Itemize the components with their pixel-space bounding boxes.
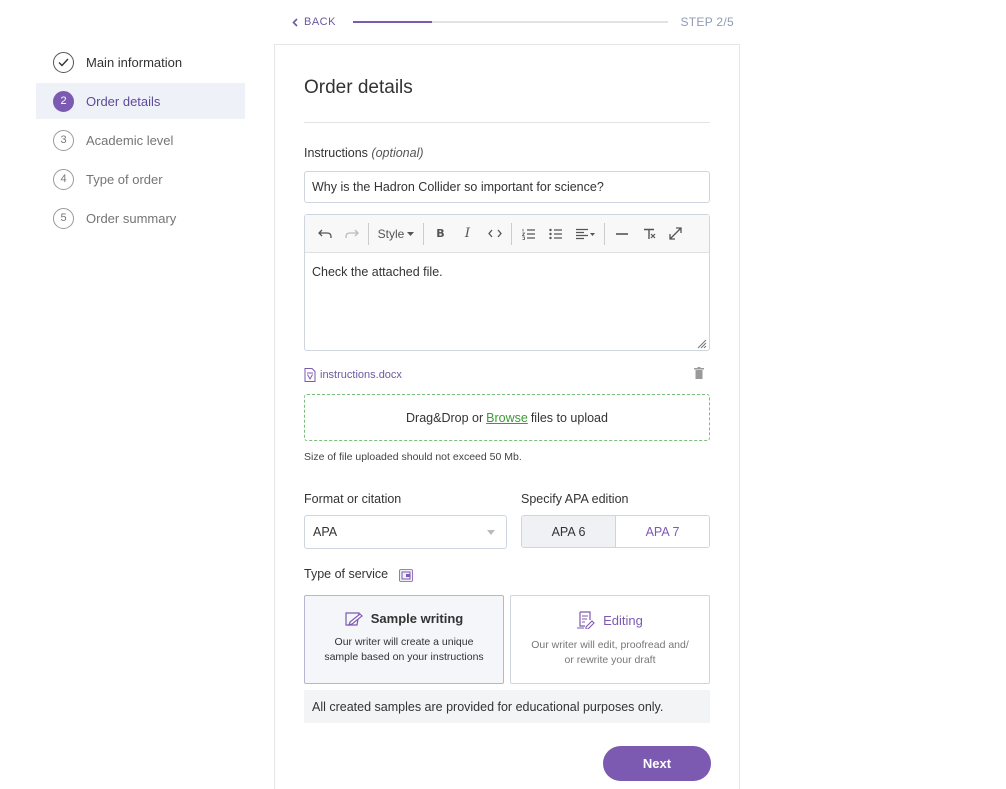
file-drop-zone[interactable]: Drag&Drop or Browse files to upload xyxy=(304,394,710,441)
back-button[interactable]: BACK xyxy=(292,16,336,28)
divider xyxy=(304,122,710,123)
service-option-sample-writing[interactable]: Sample writing Our writer will create a … xyxy=(304,595,504,684)
service-option-editing[interactable]: Editing Our writer will edit, proofread … xyxy=(510,595,710,684)
apa-7-option[interactable]: APA 7 xyxy=(616,516,709,547)
fullscreen-icon[interactable] xyxy=(662,222,689,246)
steps-sidebar: Main information 2 Order details 3 Acade… xyxy=(36,44,245,239)
order-details-card: Order details Instructions (optional) St… xyxy=(274,44,740,789)
progress-bar xyxy=(353,21,668,23)
code-icon[interactable] xyxy=(481,222,508,246)
sidebar-item-type-of-order[interactable]: 4 Type of order xyxy=(36,161,245,197)
style-dropdown[interactable]: Style xyxy=(372,222,420,246)
caret-down-icon xyxy=(407,231,415,236)
editor-toolbar: Style B I xyxy=(305,215,709,253)
rich-text-editor: Style B I Check the attached file. xyxy=(304,214,710,351)
resize-handle-icon[interactable] xyxy=(695,337,707,349)
step-number: 5 xyxy=(53,207,74,229)
back-label: BACK xyxy=(304,16,336,28)
instructions-label: Instructions (optional) xyxy=(304,146,424,160)
bold-icon[interactable]: B xyxy=(427,222,454,246)
clear-formatting-icon[interactable] xyxy=(635,222,662,246)
document-icon xyxy=(304,368,316,382)
pencil-paper-icon xyxy=(345,611,363,626)
format-label: Format or citation xyxy=(304,492,402,506)
toolbar-separator xyxy=(368,222,369,245)
progress-header: BACK STEP 2/5 xyxy=(292,13,734,33)
sidebar-item-label: Academic level xyxy=(86,132,174,148)
sidebar-item-label: Order summary xyxy=(86,210,177,226)
service-title: Editing xyxy=(603,612,643,628)
sidebar-item-order-details[interactable]: 2 Order details xyxy=(36,83,245,119)
step-number: 3 xyxy=(53,129,74,151)
optional-hint: (optional) xyxy=(371,146,424,160)
sidebar-item-label: Order details xyxy=(86,93,161,109)
align-icon[interactable] xyxy=(569,222,601,246)
service-type-label: Type of service xyxy=(304,567,389,581)
drop-zone-text-end: files to upload xyxy=(530,410,608,425)
horizontal-line-icon[interactable] xyxy=(608,222,635,246)
info-card-icon[interactable] xyxy=(399,569,413,582)
toolbar-separator xyxy=(604,222,605,245)
step-number: 4 xyxy=(53,168,74,190)
editor-text: Check the attached file. xyxy=(312,265,443,279)
browse-link[interactable]: Browse xyxy=(486,411,528,425)
service-title: Sample writing xyxy=(370,611,464,626)
numbered-list-icon[interactable] xyxy=(515,222,542,246)
apa-6-option[interactable]: APA 6 xyxy=(522,516,616,547)
caret-down-icon xyxy=(487,530,495,535)
sidebar-item-order-summary[interactable]: 5 Order summary xyxy=(36,200,245,236)
progress-fill xyxy=(353,21,432,23)
attached-file-name[interactable]: instructions.docx xyxy=(320,369,402,381)
sidebar-item-label: Main information xyxy=(86,54,183,70)
next-button[interactable]: Next xyxy=(603,746,711,781)
style-dropdown-label: Style xyxy=(377,226,405,241)
drop-zone-text: Drag&Drop or xyxy=(406,410,484,425)
undo-icon[interactable] xyxy=(311,222,338,246)
step-number: 2 xyxy=(53,90,74,112)
educational-disclaimer: All created samples are provided for edu… xyxy=(304,690,710,723)
sidebar-item-main-information[interactable]: Main information xyxy=(36,44,245,80)
service-description: Our writer will create a unique sample b… xyxy=(324,636,484,663)
editor-content[interactable]: Check the attached file. xyxy=(305,253,709,351)
format-selected-value: APA xyxy=(313,525,338,539)
toolbar-separator xyxy=(423,222,424,245)
redo-icon[interactable] xyxy=(338,222,365,246)
bulleted-list-icon[interactable] xyxy=(542,222,569,246)
instructions-label-text: Instructions xyxy=(304,146,368,160)
attached-file: instructions.docx xyxy=(304,367,710,383)
sidebar-item-academic-level[interactable]: 3 Academic level xyxy=(36,122,245,158)
checkmark-icon xyxy=(53,51,74,73)
sidebar-item-label: Type of order xyxy=(86,171,163,187)
step-indicator: STEP 2/5 xyxy=(680,15,734,29)
edit-document-icon xyxy=(577,611,595,629)
page-title: Order details xyxy=(304,77,413,98)
format-select[interactable]: APA xyxy=(304,515,507,549)
chevron-left-icon xyxy=(292,17,298,27)
trash-icon[interactable] xyxy=(694,367,704,379)
toolbar-separator xyxy=(511,222,512,245)
apa-edition-toggle: APA 6 APA 7 xyxy=(521,515,710,548)
file-size-note: Size of file uploaded should not exceed … xyxy=(304,451,522,463)
service-description: Our writer will edit, proofread and/ or … xyxy=(531,639,689,666)
apa-edition-label: Specify APA edition xyxy=(521,492,629,506)
instructions-title-input[interactable] xyxy=(304,171,710,203)
italic-icon[interactable]: I xyxy=(454,222,481,246)
